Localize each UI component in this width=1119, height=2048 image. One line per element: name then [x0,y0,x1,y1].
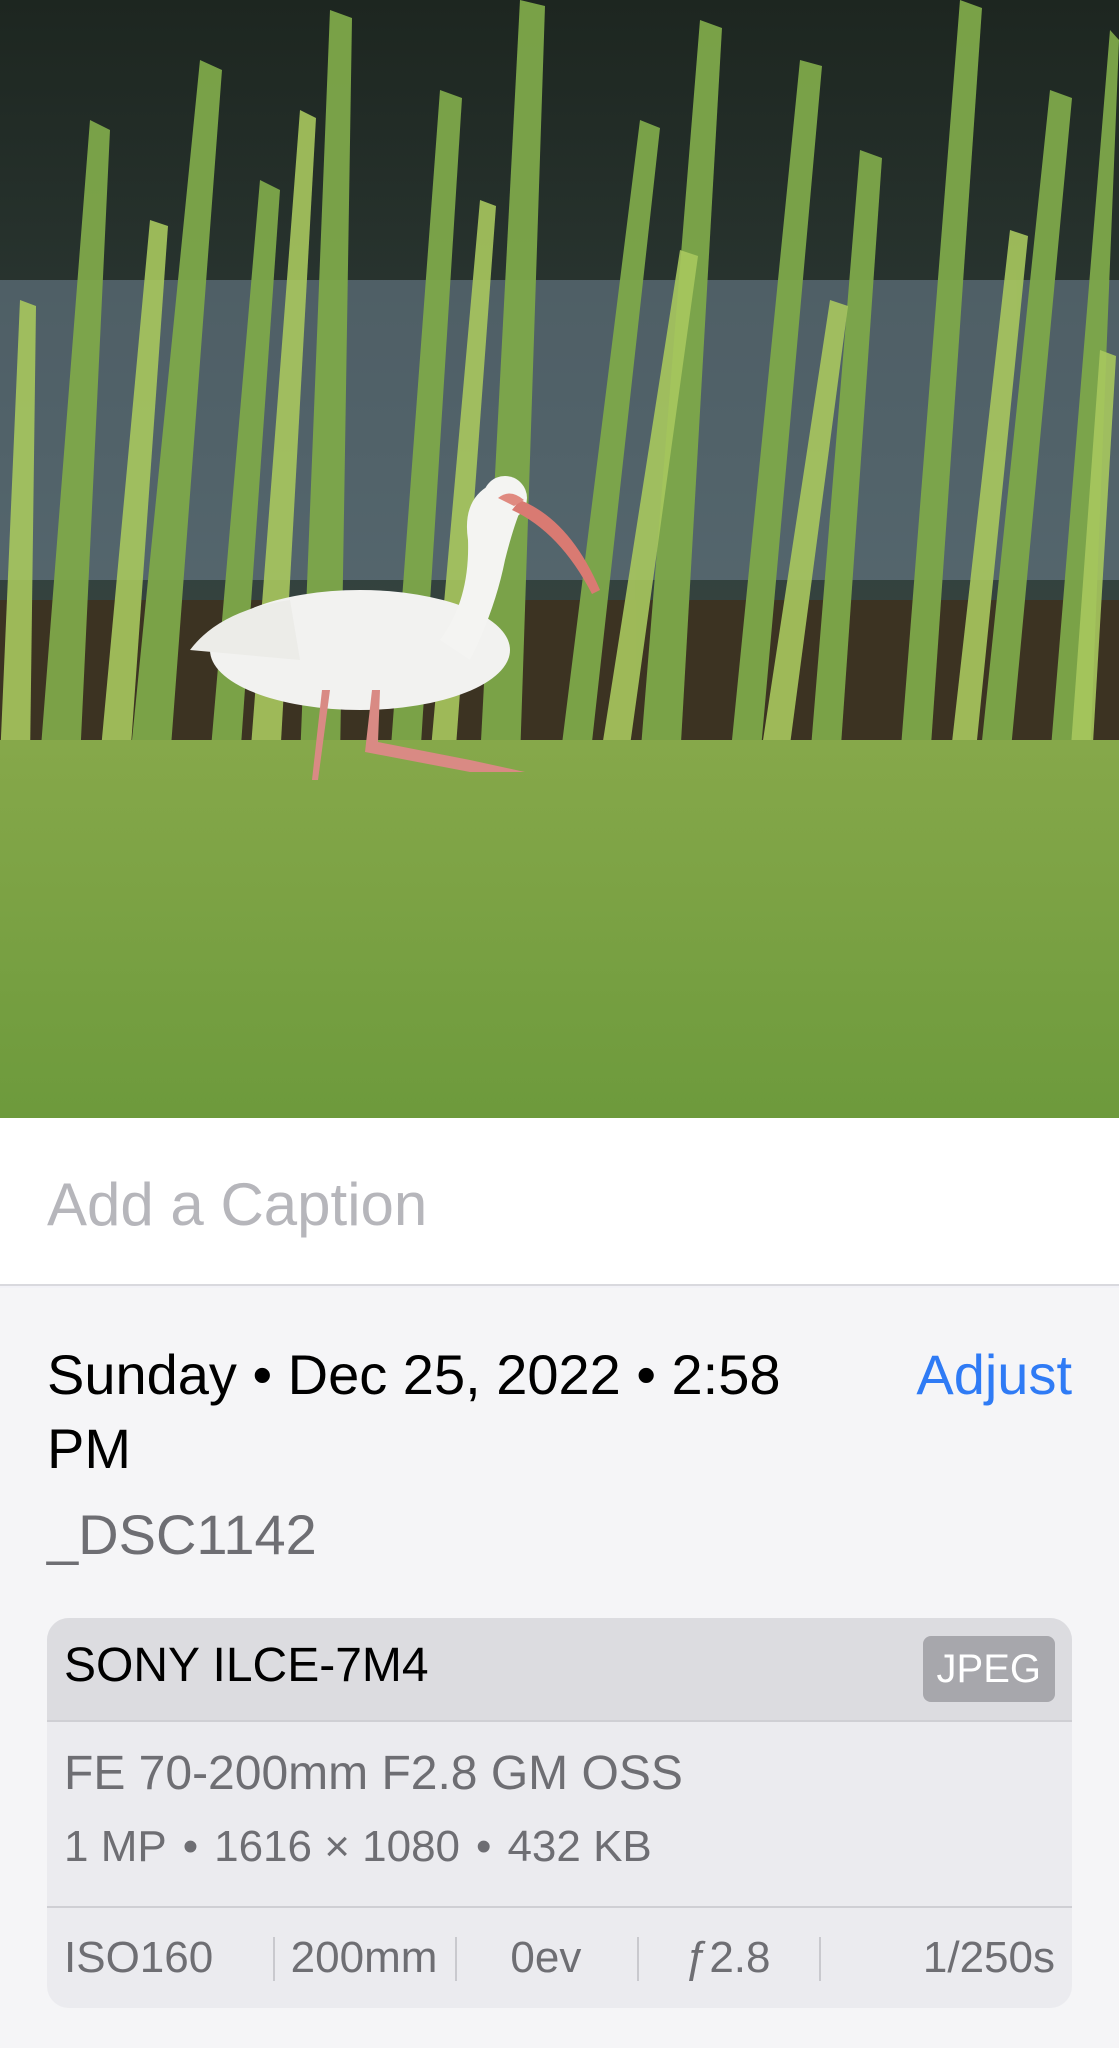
lens-name: FE 70-200mm F2.8 GM OSS [64,1747,683,1800]
caption-input[interactable]: Add a Caption [47,1170,427,1239]
photo-info-panel: Sunday • Dec 25, 2022 • 2:58 PM Adjust _… [0,1288,1119,2048]
camera-model: SONY ILCE-7M4 [64,1639,429,1692]
photo-preview[interactable] [0,0,1119,1118]
file-size: 432 KB [507,1822,652,1871]
ibis-photo [0,0,1119,1118]
exif-aperture: ƒ2.8 [636,1933,819,1983]
separator-dot: • [476,1822,492,1871]
exif-shutter-speed: 1/250s [818,1933,1072,1983]
format-badge: JPEG [922,1636,1055,1702]
exif-focal-length: 200mm [273,1933,455,1983]
resolution: 1616 × 1080 [214,1822,461,1871]
image-specs: 1 MP • 1616 × 1080 • 432 KB [64,1822,652,1872]
separator-dot: • [182,1822,199,1871]
adjust-button[interactable]: Adjust [916,1338,1072,1412]
camera-header: SONY ILCE-7M4 JPEG [47,1618,1072,1722]
exif-row: ISO160 200mm 0ev ƒ2.8 1/250s [47,1906,1072,2008]
caption-bar[interactable]: Add a Caption [0,1118,1119,1286]
exif-exposure-bias: 0ev [454,1933,637,1983]
megapixels: 1 MP [64,1822,167,1871]
exif-iso: ISO160 [64,1933,214,1982]
camera-info-card: SONY ILCE-7M4 JPEG FE 70-200mm F2.8 GM O… [47,1618,1072,2008]
photo-date: Sunday • Dec 25, 2022 • 2:58 PM [47,1343,781,1480]
file-name: _DSC1142 [47,1503,317,1566]
